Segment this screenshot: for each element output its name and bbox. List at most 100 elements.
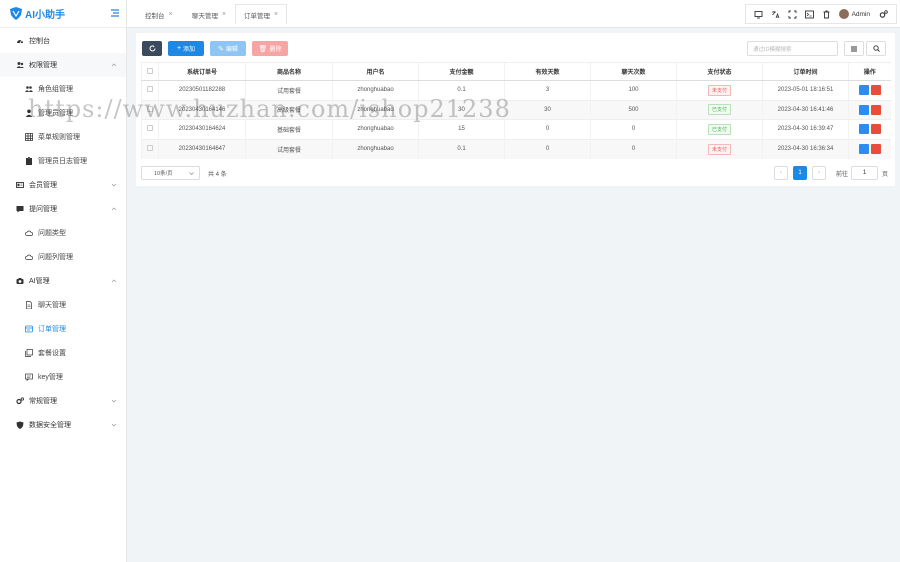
sidebar-item[interactable]: 聊天管理 xyxy=(0,293,126,317)
sidebar-item-label: 会员管理 xyxy=(29,182,57,189)
chevron-up-icon xyxy=(111,207,117,211)
sidebar-item[interactable]: key管理 xyxy=(0,365,126,389)
cell-order-no: 20230501182288 xyxy=(158,80,246,100)
close-icon[interactable]: × xyxy=(222,11,226,18)
table-row[interactable]: 20230430164146 高级套餐 zhonghuabao 30 30 500 已支付 2… xyxy=(141,99,891,120)
settings-icon[interactable] xyxy=(879,9,888,19)
add-button[interactable]: + 添加 xyxy=(168,41,204,56)
column-header[interactable]: 用户名 xyxy=(332,62,419,81)
column-header[interactable]: 聊天次数 xyxy=(590,62,677,81)
edit-row-icon[interactable] xyxy=(858,144,869,154)
table-row[interactable]: 20230430164647 试用套餐 zhonghuabao 0.1 0 0 未支付 202… xyxy=(141,138,891,159)
sidebar-item-label: key管理 xyxy=(38,374,63,381)
id-card-icon xyxy=(16,182,24,188)
logo-shield-icon xyxy=(10,7,22,20)
translate-icon[interactable] xyxy=(771,10,780,19)
column-header[interactable]: 有效天数 xyxy=(504,62,591,81)
sidebar-item-label: 问题类型 xyxy=(38,230,66,237)
monitor-icon[interactable] xyxy=(754,10,763,19)
cell-status: 未支付 xyxy=(676,138,763,159)
row-checkbox[interactable] xyxy=(141,99,159,120)
sidebar-item[interactable]: 套餐设置 xyxy=(0,341,126,365)
close-icon[interactable]: × xyxy=(274,11,278,18)
avatar[interactable] xyxy=(838,9,849,19)
sidebar-item[interactable]: 订单管理 xyxy=(0,317,126,341)
sidebar-item[interactable]: 数据安全管理 xyxy=(0,413,126,437)
column-header[interactable]: 系统订单号 xyxy=(158,62,246,81)
sidebar-item[interactable]: 提问管理 xyxy=(0,197,126,221)
prev-page-button[interactable]: ‹ xyxy=(774,166,788,180)
fullscreen-icon[interactable] xyxy=(788,10,797,19)
row-checkbox[interactable] xyxy=(141,80,159,100)
camera-icon xyxy=(16,278,24,284)
tab-dashboard[interactable]: 控制台 × xyxy=(137,5,181,24)
cell-chats: 100 xyxy=(590,80,677,100)
search-button[interactable] xyxy=(866,41,886,56)
sidebar-item[interactable]: 管理员日志管理 xyxy=(0,149,126,173)
edit-button[interactable]: ✎ 编辑 xyxy=(210,41,246,56)
sidebar-item-label: 提问管理 xyxy=(29,206,57,213)
table-row[interactable]: 20230430164624 基础套餐 zhonghuabao 15 0 0 已支付 2023… xyxy=(141,119,891,139)
sidebar-item-label: AI管理 xyxy=(29,278,50,285)
chevron-up-icon xyxy=(111,279,117,283)
sidebar-item-label: 套餐设置 xyxy=(38,350,66,357)
delete-row-icon[interactable] xyxy=(870,144,881,154)
delete-button[interactable]: 🗑 删除 xyxy=(252,41,288,56)
shield-icon xyxy=(16,421,24,429)
pencil-icon: ✎ xyxy=(218,45,224,53)
next-page-button[interactable]: › xyxy=(812,166,826,180)
search-input[interactable]: 通过ID模糊搜索 xyxy=(747,41,838,56)
cell-user: zhonghuabao xyxy=(332,138,419,159)
column-header[interactable]: 商品名称 xyxy=(245,62,333,81)
menu-toggle-icon[interactable] xyxy=(110,8,120,18)
column-header: 操作 xyxy=(848,62,891,81)
edit-row-icon[interactable] xyxy=(858,104,869,115)
column-header[interactable]: 支付状态 xyxy=(676,62,763,81)
sidebar-item[interactable]: 会员管理 xyxy=(0,173,126,197)
page-number-current[interactable]: 1 xyxy=(793,166,807,180)
total-count: 共 4 条 xyxy=(208,171,227,178)
sidebar-item[interactable]: 角色组管理 xyxy=(0,77,126,101)
chat-icon xyxy=(16,206,24,213)
terminal-icon[interactable] xyxy=(804,10,814,19)
cogs-icon xyxy=(16,397,24,405)
tab-order-management[interactable]: 订单管理 × xyxy=(235,4,288,24)
delete-row-icon[interactable] xyxy=(870,85,881,96)
list-icon xyxy=(851,46,857,51)
columns-toggle-button[interactable] xyxy=(844,41,864,56)
orders-table: 系统订单号 商品名称 用户名 支付金额 有效天数 聊天次数 支付状态 订单时间 … xyxy=(141,62,891,159)
plus-icon: + xyxy=(176,45,182,52)
sidebar-item[interactable]: 控制台 xyxy=(0,29,126,53)
row-checkbox[interactable] xyxy=(141,138,159,159)
goto-page-input[interactable]: 1 xyxy=(851,166,878,180)
tab-bar: 控制台 × 聊天管理 × 订单管理 × Admin xyxy=(127,0,900,28)
sidebar-item[interactable]: AI管理 xyxy=(0,269,126,293)
delete-row-icon[interactable] xyxy=(870,124,881,135)
trash-icon[interactable] xyxy=(822,10,831,19)
dashboard-icon xyxy=(17,40,23,44)
page-size-select[interactable]: 10条/页 xyxy=(141,166,200,180)
sidebar-item[interactable]: 问题列管理 xyxy=(0,245,126,269)
sidebar-item[interactable]: 管理员管理 xyxy=(0,101,126,125)
sidebar-item[interactable]: 问题类型 xyxy=(0,221,126,245)
order-icon xyxy=(25,325,33,333)
delete-row-icon[interactable] xyxy=(870,104,881,115)
column-header[interactable]: 订单时间 xyxy=(762,62,849,81)
edit-row-icon[interactable] xyxy=(858,124,869,135)
column-header[interactable]: 支付金额 xyxy=(418,62,505,81)
select-all-checkbox[interactable] xyxy=(141,62,159,81)
status-badge: 未支付 xyxy=(707,84,731,96)
sidebar-item[interactable]: 权限管理 xyxy=(0,53,126,77)
row-checkbox[interactable] xyxy=(141,119,159,139)
table-row[interactable]: 20230501182288 试用套餐 zhonghuabao 0.1 3 100 未支付 2… xyxy=(141,80,891,100)
user-name[interactable]: Admin xyxy=(852,11,870,18)
refresh-button[interactable] xyxy=(142,41,162,56)
sidebar-item-label: 问题列管理 xyxy=(38,254,73,261)
cell-chats: 0 xyxy=(590,138,677,159)
tab-chat-management[interactable]: 聊天管理 × xyxy=(184,5,234,24)
edit-row-icon[interactable] xyxy=(858,85,869,96)
close-icon[interactable]: × xyxy=(169,11,173,18)
sidebar-item[interactable]: 菜单规则管理 xyxy=(0,125,126,149)
cloud-icon xyxy=(25,230,33,236)
sidebar-item[interactable]: 常规管理 xyxy=(0,389,126,413)
